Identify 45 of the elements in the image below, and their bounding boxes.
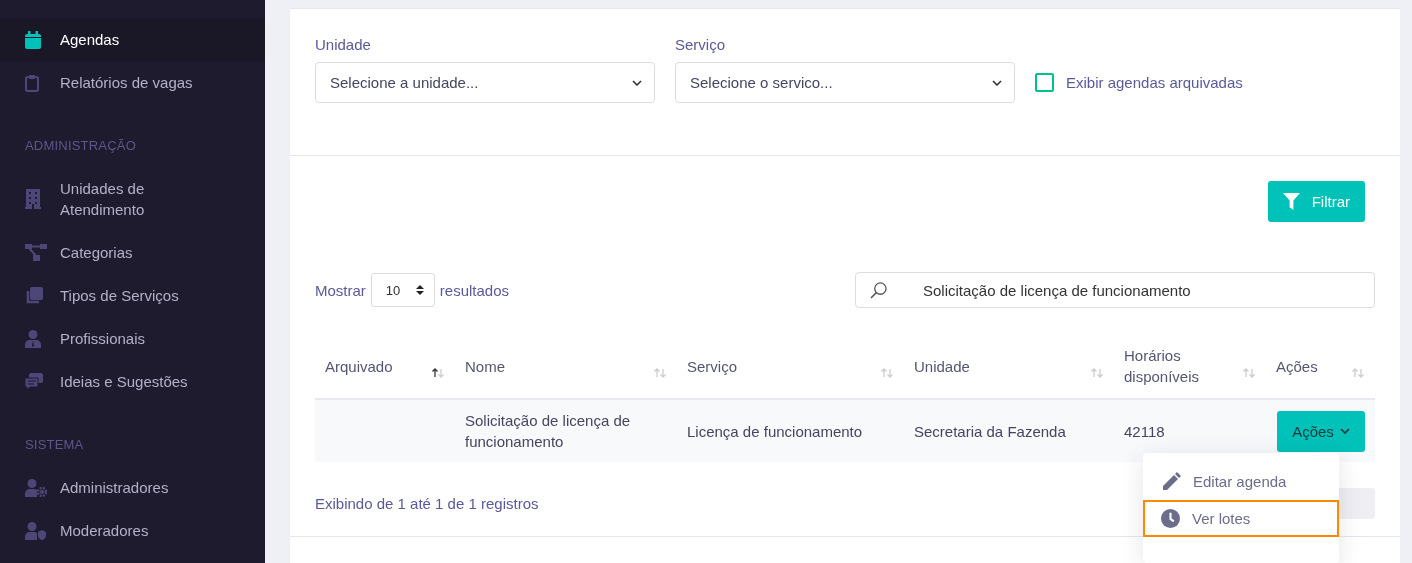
sidebar-item[interactable]: Ideias e Sugestões xyxy=(0,360,265,403)
pencil-icon xyxy=(1161,471,1181,492)
length-label: resultados xyxy=(439,281,510,299)
actions-button[interactable]: Ações xyxy=(1277,410,1365,452)
page-size-select[interactable]: 10 xyxy=(370,273,435,307)
table-cell: Licença de funcionamento xyxy=(677,399,904,462)
caret-icon xyxy=(992,79,1002,86)
sidebar-item[interactable]: Moderadores xyxy=(0,509,265,552)
sidebar-item[interactable]: Categorias xyxy=(0,231,265,274)
sitemap-icon xyxy=(25,243,47,262)
sidebar-section-title: SISTEMA xyxy=(24,437,85,452)
sidebar-item[interactable]: Administradores xyxy=(0,466,265,509)
sidebar-item[interactable]: Profissionais xyxy=(0,317,265,360)
search-field[interactable]: Solicitação de licença de funcionamento xyxy=(855,272,1375,308)
caret-icon xyxy=(1339,428,1350,434)
sidebar-section-title: ADMINISTRAÇÃO xyxy=(24,138,137,153)
comments-icon xyxy=(25,372,43,391)
user-tie-icon xyxy=(25,329,41,348)
user-shield-icon xyxy=(25,521,47,540)
checkbox[interactable] xyxy=(1035,73,1054,92)
building-icon xyxy=(25,189,41,209)
table-cell: Secretaria da Fazenda xyxy=(904,399,1114,462)
sidebar-item[interactable]: Tipos de Serviços xyxy=(0,274,265,317)
checkbox-label: Exibir agendas arquivadas xyxy=(1066,74,1243,91)
sidebar-item[interactable]: Unidades de Atendimento xyxy=(0,167,265,231)
unit-select[interactable]: Selecione a unidade... xyxy=(315,62,655,103)
length-label: Mostrar xyxy=(315,281,366,299)
clock-icon xyxy=(1161,509,1180,528)
user-gear-icon xyxy=(25,478,47,497)
service-select[interactable]: Selecione o servico... xyxy=(675,62,1015,103)
sidebar-item[interactable]: Agendas xyxy=(0,18,265,61)
field-label: Unidade xyxy=(315,36,372,53)
sidebar-item[interactable]: Relatórios de vagas xyxy=(0,61,265,104)
menu-item[interactable]: Editar agenda xyxy=(1143,463,1339,500)
calendar-icon xyxy=(25,30,41,49)
caret-icon xyxy=(632,79,642,86)
filter-icon xyxy=(1282,193,1300,210)
search-icon xyxy=(870,281,887,299)
table-cell: Solicitação de licença de funcionamento xyxy=(455,399,677,462)
copies-icon xyxy=(25,286,43,305)
field-label: Serviço xyxy=(675,36,727,53)
clipboard-icon xyxy=(25,73,39,92)
menu-item[interactable]: Ver lotes xyxy=(1143,500,1339,537)
sort-caret-icon xyxy=(415,284,424,296)
table-info: Exibindo de 1 até 1 de 1 registros xyxy=(315,495,539,512)
